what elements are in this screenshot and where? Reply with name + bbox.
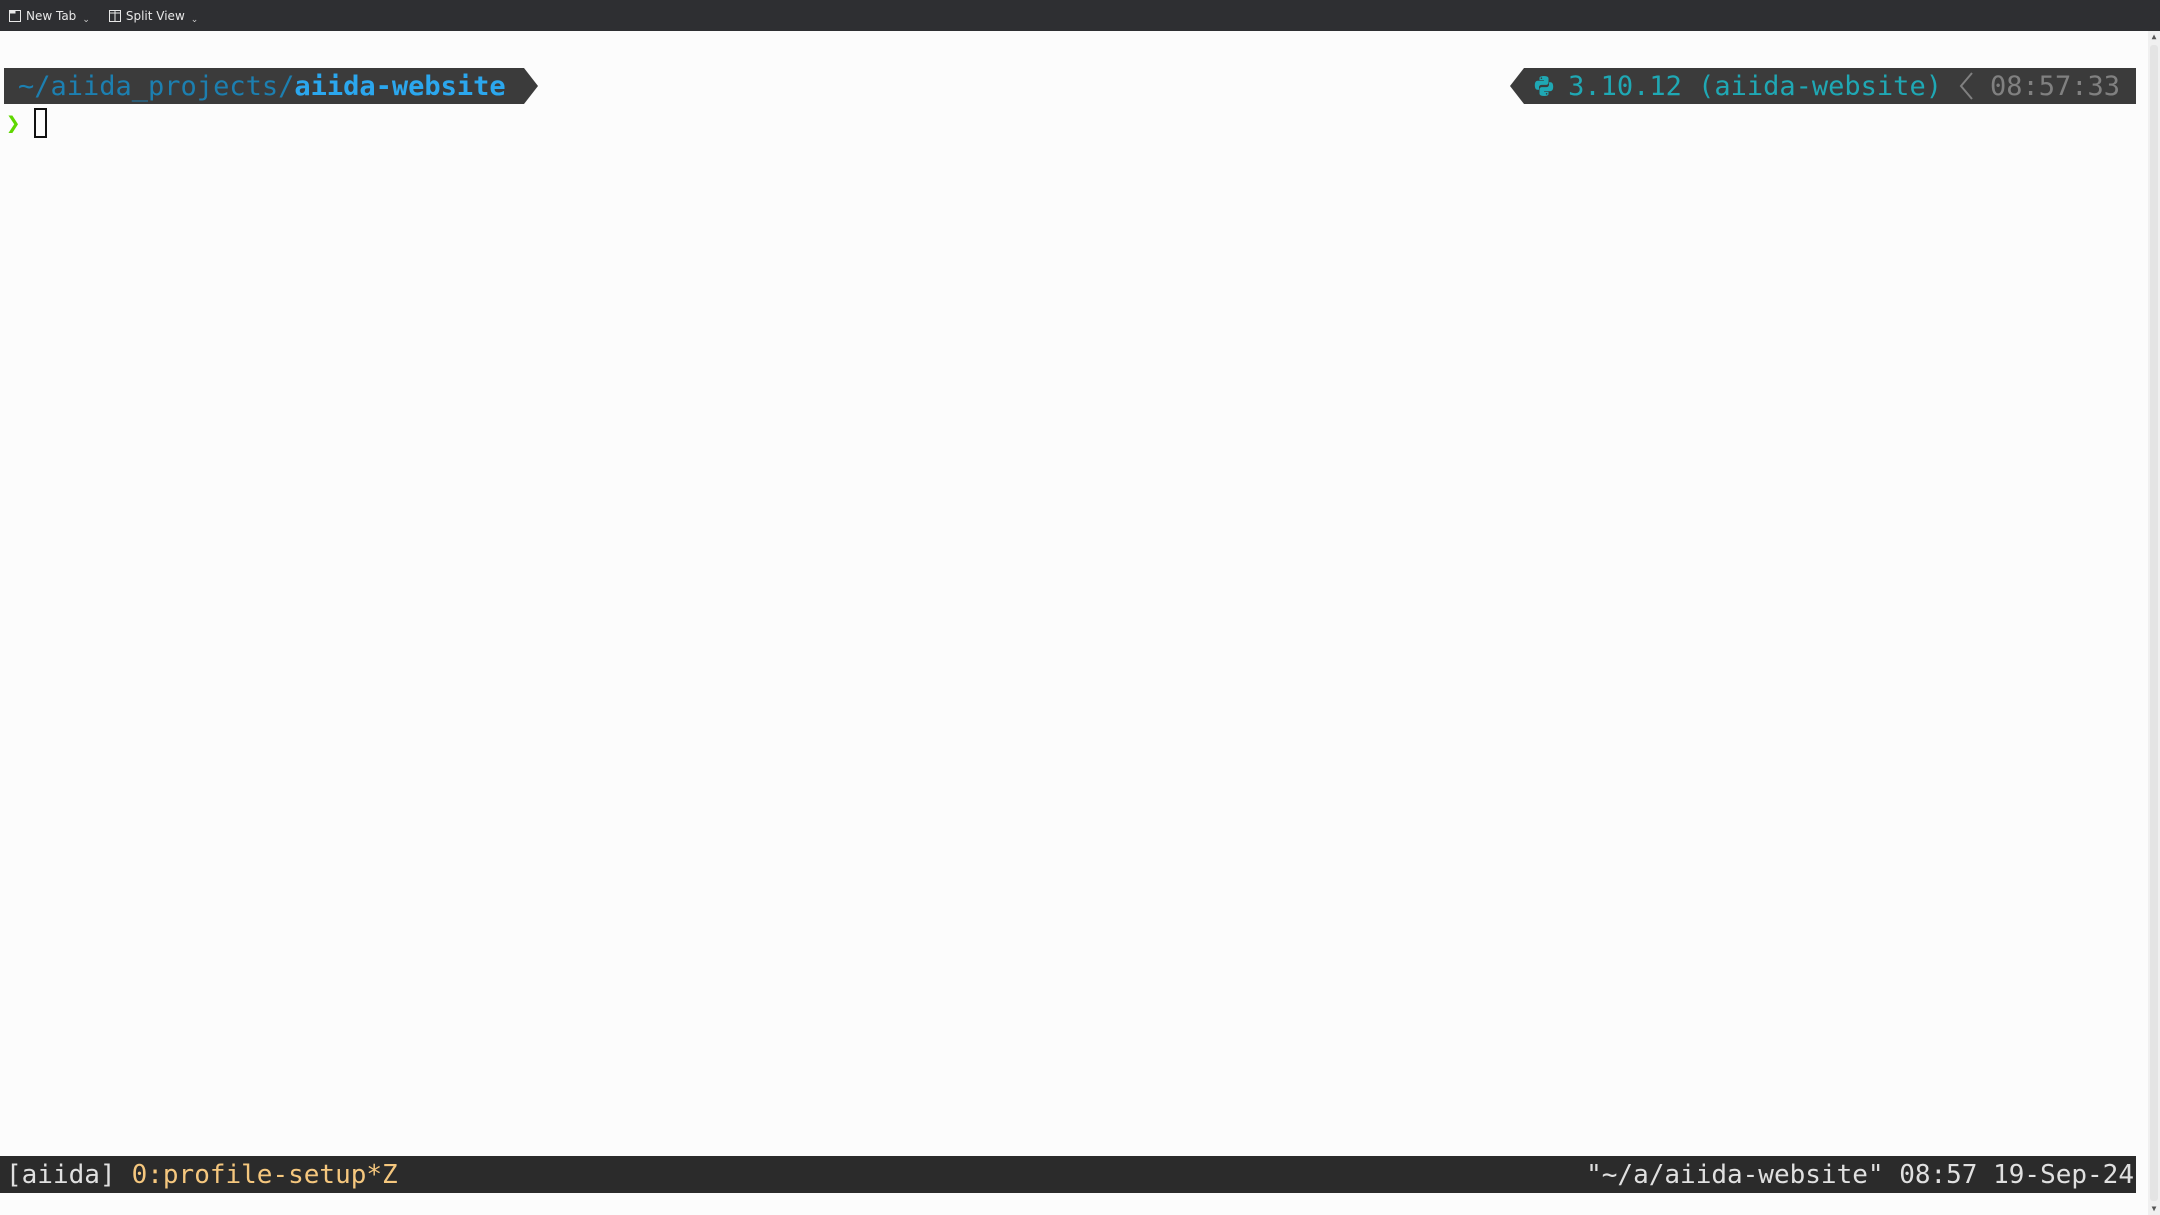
env-time-segment: 3.10.12 (aiida-website) 08:57:33 bbox=[1524, 68, 2136, 104]
split-view-icon bbox=[108, 9, 121, 22]
split-view-button[interactable]: Split View ⌄ bbox=[100, 0, 208, 31]
chevron-left-separator-icon bbox=[1959, 72, 1973, 100]
toolbar: New Tab ⌄ Split View ⌄ bbox=[0, 0, 2160, 31]
command-input-line[interactable]: ❯ bbox=[6, 105, 48, 141]
new-tab-label: New Tab bbox=[26, 8, 77, 23]
tmux-status-left: [aiida] 0:profile-setup*Z bbox=[6, 1160, 398, 1190]
powerline-arrow-right bbox=[523, 68, 538, 104]
new-tab-button[interactable]: New Tab ⌄ bbox=[0, 0, 100, 31]
path-current-dir: aiida-website bbox=[294, 70, 506, 102]
scroll-down-arrow-icon[interactable]: ▼ bbox=[2149, 1203, 2159, 1215]
split-view-label: Split View bbox=[125, 8, 185, 23]
prompt-time: 08:57:33 bbox=[1989, 70, 2120, 102]
text-cursor bbox=[34, 108, 48, 138]
python-icon bbox=[1534, 76, 1554, 96]
new-tab-icon bbox=[9, 9, 21, 22]
prompt-symbol: ❯ bbox=[6, 109, 21, 137]
tmux-session-name: [aiida] bbox=[6, 1159, 116, 1190]
path-prefix: ~/aiida_projects/ bbox=[18, 70, 295, 102]
terminal-area[interactable]: ~/aiida_projects/aiida-website 3.10.12 (… bbox=[0, 31, 2148, 1215]
vertical-scrollbar[interactable]: ▲ ▼ bbox=[2148, 31, 2160, 1215]
split-view-dropdown-icon[interactable]: ⌄ bbox=[191, 15, 199, 25]
path-segment: ~/aiida_projects/aiida-website bbox=[4, 68, 524, 104]
prompt-path-segment: ~/aiida_projects/aiida-website bbox=[4, 68, 538, 104]
scrollbar-thumb[interactable] bbox=[2150, 45, 2158, 1201]
konsole-window: New Tab ⌄ Split View ⌄ ~/aiida_projects/… bbox=[0, 0, 2160, 1215]
tmux-window-name: 0:profile-setup*Z bbox=[131, 1159, 398, 1190]
new-tab-dropdown-icon[interactable]: ⌄ bbox=[82, 15, 90, 25]
python-env-text: 3.10.12 (aiida-website) bbox=[1568, 70, 1942, 102]
scroll-up-arrow-icon[interactable]: ▲ bbox=[2149, 31, 2159, 43]
prompt-right-segment: 3.10.12 (aiida-website) 08:57:33 bbox=[1510, 68, 2136, 104]
tmux-status-bar: [aiida] 0:profile-setup*Z "~/a/aiida-web… bbox=[0, 1156, 2136, 1193]
tmux-status-right: "~/a/aiida-website" 08:57 19-Sep-24 bbox=[1586, 1159, 2134, 1190]
powerline-arrow-left bbox=[1510, 68, 1525, 104]
